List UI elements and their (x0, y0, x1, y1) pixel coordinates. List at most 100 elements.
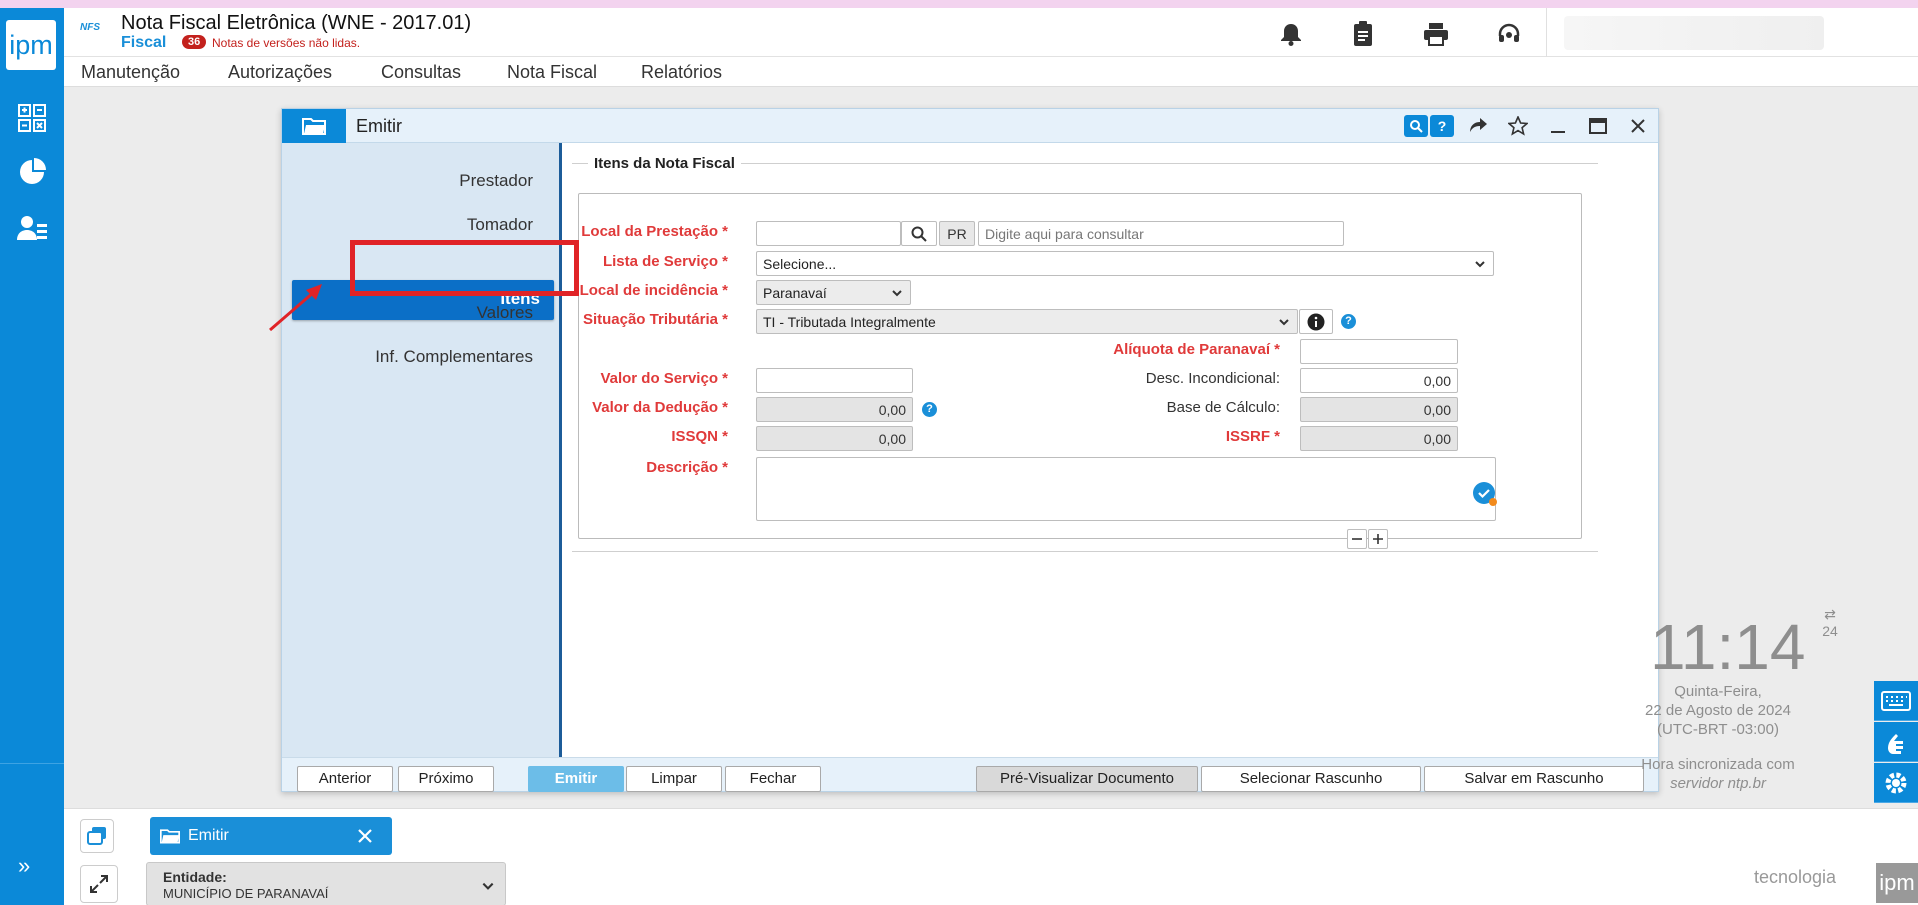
clock-format-toggle[interactable]: ⇄ 24 (1818, 606, 1842, 639)
support-headset-icon[interactable] (1495, 20, 1523, 48)
app-title: Nota Fiscal Eletrônica (WNE - 2017.01) (121, 12, 472, 34)
rail-divider (0, 763, 64, 764)
sign-language-icon[interactable] (1874, 722, 1918, 762)
local-prestacao-code-input[interactable] (756, 221, 901, 246)
help-icon[interactable]: ? (1430, 115, 1454, 137)
fieldset-bottom-line (572, 551, 1598, 552)
section-title: Itens da Nota Fiscal (588, 155, 741, 172)
close-icon[interactable] (1626, 115, 1650, 137)
calculator-icon[interactable] (14, 100, 50, 136)
ipm-logo[interactable]: ipm (6, 20, 56, 70)
emitir-dialog: Emitir ? Prestador Tomador Itens Valores… (281, 108, 1659, 792)
info-icon[interactable] (1299, 309, 1333, 334)
header-divider (1546, 8, 1547, 57)
situacao-tributaria-label: Situação Tributária * (582, 311, 728, 328)
items-form: Itens da Nota Fiscal Local da Prestação … (566, 143, 1658, 757)
base-calculo-label: Base de Cálculo: (1166, 399, 1280, 416)
aliquota-label: Alíquota de Paranavaí * (1113, 341, 1280, 358)
gear-icon[interactable] (1874, 763, 1918, 803)
windows-stack-icon[interactable] (80, 819, 114, 853)
expand-menu-icon[interactable]: » (18, 853, 30, 879)
valor-servico-label: Valor do Serviço * (600, 370, 728, 387)
entidade-select[interactable]: Entidade: MUNICÍPIO DE PARANAVAÍ (146, 862, 506, 905)
selecionar-rascunho-button[interactable]: Selecionar Rascunho (1201, 766, 1421, 792)
module-name: Fiscal (121, 34, 167, 51)
municipio-search-input[interactable]: Digite aqui para consultar (978, 221, 1344, 246)
user-info-redacted[interactable] (1564, 16, 1824, 50)
chevron-down-icon (1278, 315, 1290, 331)
bell-icon[interactable] (1277, 20, 1305, 48)
local-prestacao-label: Local da Prestação * (581, 223, 728, 240)
close-icon[interactable] (358, 829, 372, 843)
limpar-button[interactable]: Limpar (626, 766, 722, 792)
step-tomador[interactable]: Tomador (467, 215, 533, 235)
task-tab-label: Emitir (188, 827, 229, 844)
local-incidencia-value: Paranavaí (763, 285, 827, 301)
emitir-button[interactable]: Emitir (528, 766, 624, 792)
menu-autorizacoes[interactable]: Autorizações (228, 62, 332, 83)
desc-incondicional-input[interactable]: 0,00 (1300, 368, 1458, 393)
issrf-field: 0,00 (1300, 426, 1458, 451)
lista-servico-select[interactable]: Selecione... (756, 251, 1494, 276)
descricao-textarea[interactable] (756, 457, 1496, 521)
issqn-label: ISSQN * (671, 428, 728, 445)
search-icon[interactable] (901, 221, 937, 246)
unread-count-badge[interactable]: 36 (182, 35, 207, 49)
annotation-arrow-icon (269, 284, 322, 332)
local-incidencia-select[interactable]: Paranavaí (756, 280, 911, 305)
minimize-icon[interactable] (1546, 115, 1570, 137)
nfse-brand-icon: NFS (80, 22, 100, 33)
base-calculo-field: 0,00 (1300, 397, 1458, 422)
user-settings-icon[interactable] (14, 210, 50, 246)
maximize-icon[interactable] (1586, 115, 1610, 137)
clipboard-icon[interactable] (1349, 20, 1377, 48)
menu-nota-fiscal[interactable]: Nota Fiscal (507, 62, 597, 83)
top-accent-bar (0, 0, 1918, 8)
menu-relatorios[interactable]: Relatórios (641, 62, 722, 83)
desc-incondicional-label: Desc. Incondicional: (1145, 370, 1280, 387)
menu-consultas[interactable]: Consultas (381, 62, 461, 83)
printer-icon[interactable] (1422, 20, 1450, 48)
help-icon[interactable]: ? (922, 402, 937, 417)
task-tab-emitir[interactable]: Emitir (150, 817, 392, 855)
dialog-header: Emitir ? (282, 109, 1658, 143)
menu-manutencao[interactable]: Manutenção (81, 62, 180, 83)
valor-deducao-field: 0,00 (756, 397, 913, 422)
proximo-button[interactable]: Próximo (398, 766, 494, 792)
valor-deducao-label: Valor da Dedução * (592, 399, 728, 416)
search-icon[interactable] (1404, 115, 1428, 137)
step-valores[interactable]: Valores (477, 303, 533, 323)
issqn-field: 0,00 (756, 426, 913, 451)
release-notes-link[interactable]: Notas de versões não lidas. (212, 36, 360, 50)
aliquota-input[interactable] (1300, 339, 1458, 364)
keyboard-icon[interactable] (1874, 681, 1918, 721)
pre-visualizar-button[interactable]: Pré-Visualizar Documento (976, 766, 1198, 792)
pie-chart-icon[interactable] (14, 154, 50, 190)
main-menu: Manutenção Autorizações Consultas Nota F… (64, 57, 1918, 87)
spellcheck-icon[interactable] (1472, 481, 1498, 507)
lista-servico-value: Selecione... (763, 256, 837, 272)
star-icon[interactable] (1506, 115, 1530, 137)
remove-item-button[interactable] (1347, 529, 1367, 549)
fechar-button[interactable]: Fechar (725, 766, 821, 792)
uf-field: PR (939, 221, 975, 246)
entidade-value: MUNICÍPIO DE PARANAVAÍ (163, 886, 329, 901)
step-inf-complementares[interactable]: Inf. Complementares (375, 347, 533, 367)
share-icon[interactable] (1466, 115, 1490, 137)
folder-icon (160, 829, 180, 844)
step-prestador[interactable]: Prestador (459, 171, 533, 191)
dialog-button-bar: Anterior Próximo Emitir Limpar Fechar Pr… (282, 757, 1658, 792)
salvar-rascunho-button[interactable]: Salvar em Rascunho (1424, 766, 1644, 792)
help-icon[interactable]: ? (1341, 314, 1356, 329)
anterior-button[interactable]: Anterior (297, 766, 393, 792)
local-incidencia-label: Local de incidência * (579, 282, 728, 299)
expand-icon[interactable] (80, 865, 118, 903)
valor-servico-input[interactable] (756, 368, 913, 393)
app-header: NFS Nota Fiscal Eletrônica (WNE - 2017.0… (64, 8, 1918, 57)
footer-ipm-logo: ipm (1876, 863, 1918, 903)
chevron-down-icon (1474, 257, 1486, 273)
annotation-highlight-box (350, 240, 579, 296)
add-item-button[interactable] (1368, 529, 1388, 549)
situacao-tributaria-select[interactable]: TI - Tributada Integralmente (756, 309, 1298, 334)
lista-servico-label: Lista de Serviço * (602, 253, 728, 270)
